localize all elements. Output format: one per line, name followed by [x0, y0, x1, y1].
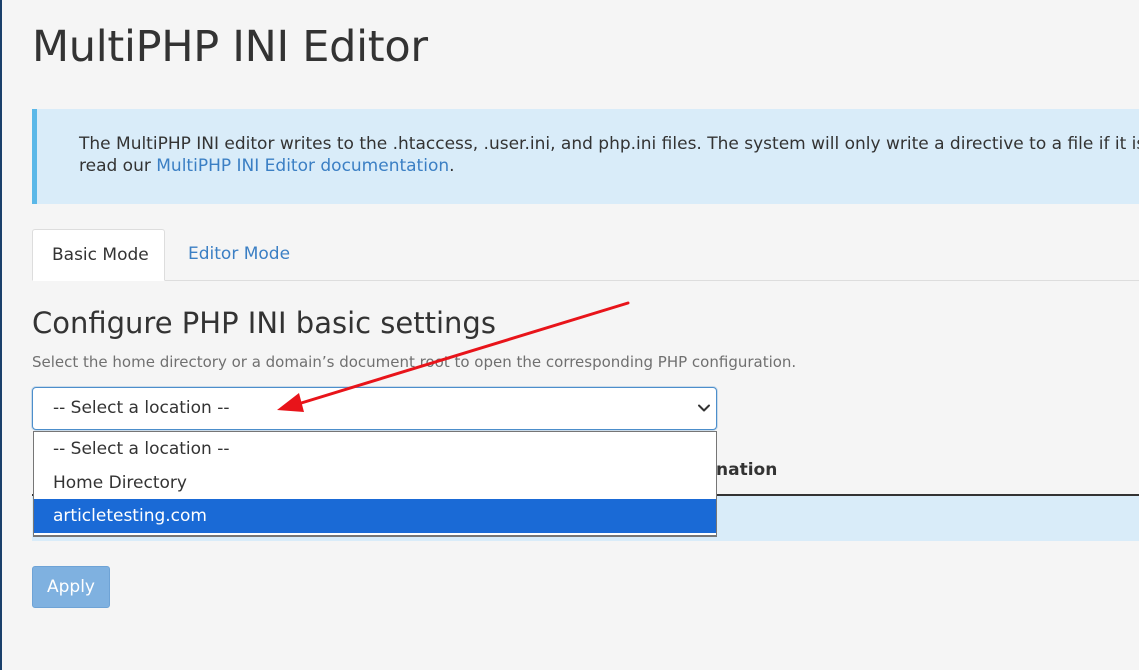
info-text-line1: The MultiPHP INI editor writes to the .h… [79, 134, 1139, 154]
location-dropdown-list: -- Select a location -- Home Directory a… [33, 431, 717, 537]
chevron-down-icon [698, 404, 710, 412]
tab-editor-mode[interactable]: Editor Mode [169, 229, 309, 281]
info-alert: The MultiPHP INI editor writes to the .h… [32, 109, 1139, 204]
tab-basic-mode[interactable]: Basic Mode [32, 229, 165, 281]
info-text-line2-suffix: . [449, 156, 455, 176]
section-description: Select the home directory or a domain’s … [32, 353, 797, 371]
mode-tabs: Basic Mode Editor Mode [32, 229, 1139, 281]
table-header-label: nation [716, 460, 778, 480]
location-select[interactable]: -- Select a location -- [32, 387, 717, 430]
page-title: MultiPHP INI Editor [32, 22, 428, 72]
location-select-value: -- Select a location -- [53, 398, 230, 418]
option-select-location[interactable]: -- Select a location -- [34, 432, 716, 466]
info-text: The MultiPHP INI editor writes to the .h… [79, 133, 1139, 177]
apply-button[interactable]: Apply [32, 566, 110, 608]
info-text-line2-prefix: read our [79, 156, 151, 176]
section-title: Configure PHP INI basic settings [32, 306, 496, 340]
left-edge-border [0, 0, 2, 670]
documentation-link[interactable]: MultiPHP INI Editor documentation [156, 156, 449, 176]
option-articletesting-com[interactable]: articletesting.com [34, 499, 716, 533]
option-home-directory[interactable]: Home Directory [34, 466, 716, 500]
